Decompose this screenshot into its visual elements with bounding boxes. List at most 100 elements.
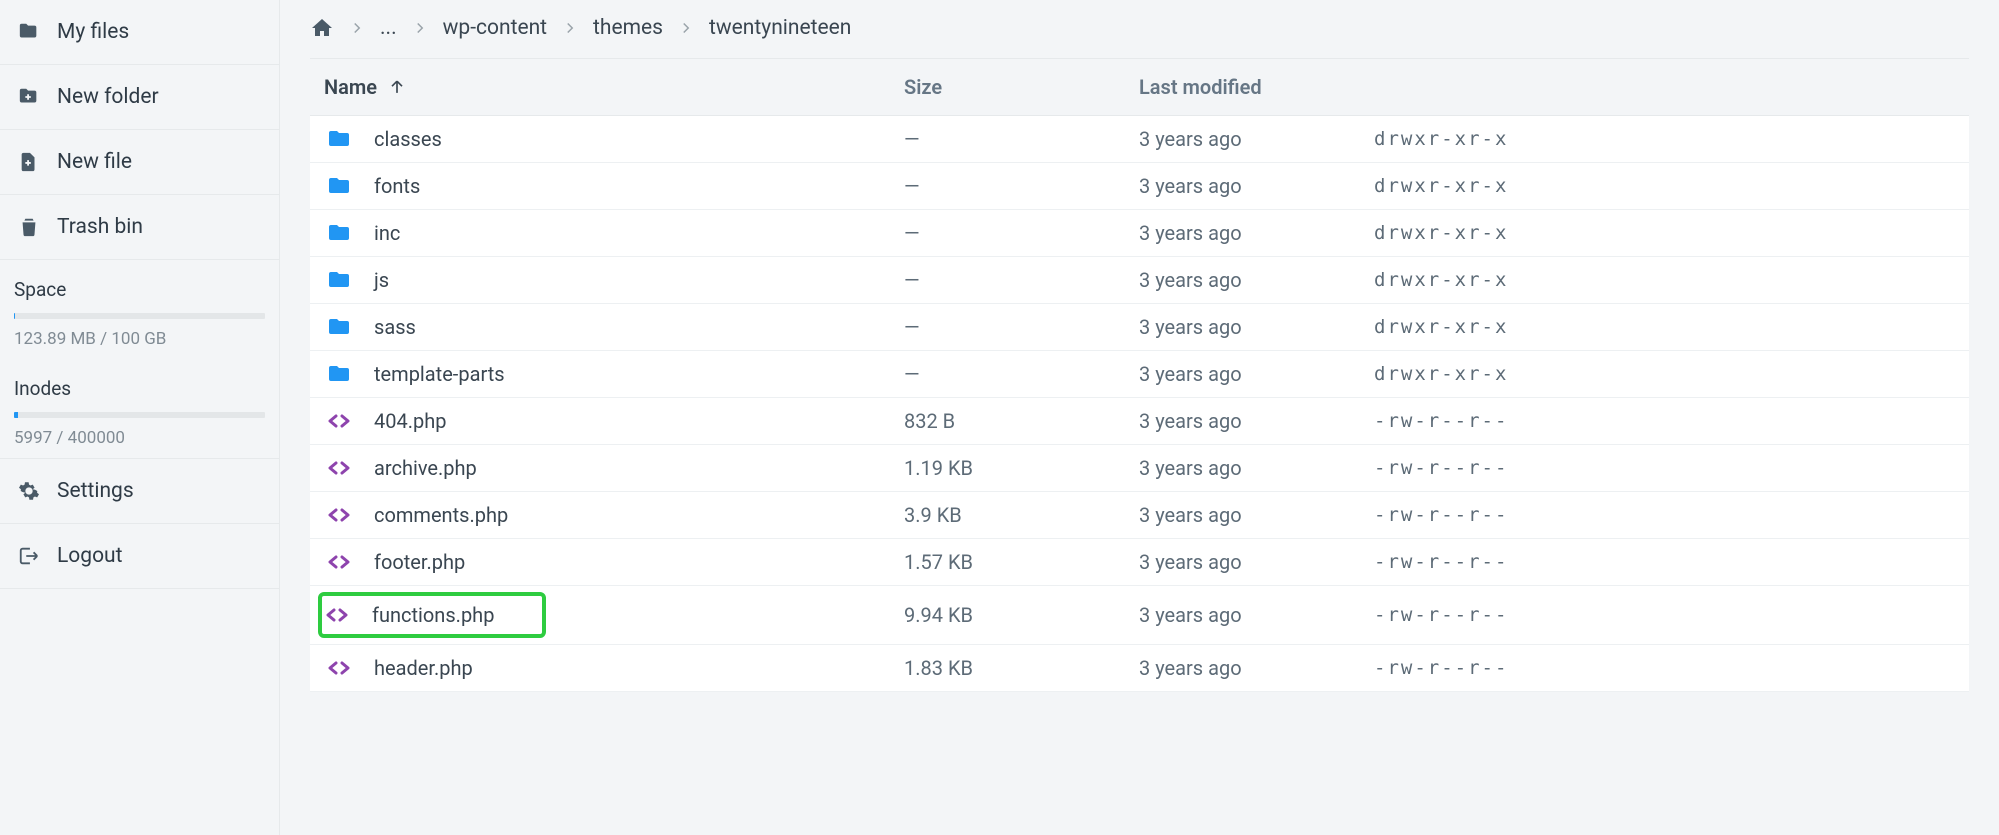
chevron-right-icon (411, 19, 429, 37)
folder-icon (324, 314, 354, 340)
file-name: js (374, 268, 389, 292)
file-size: 3.9 KB (904, 503, 1139, 527)
header-name[interactable]: Name (324, 75, 904, 99)
sidebar-item-label: Trash bin (57, 215, 143, 239)
folder-icon (324, 126, 354, 152)
inodes-section: Inodes 5997 / 400000 (0, 359, 279, 458)
file-table: Name Size Last modified classes—3 years … (310, 59, 1969, 692)
sidebar-item-new-folder[interactable]: New folder (0, 65, 279, 130)
sidebar-item-label: New folder (57, 85, 159, 109)
table-row[interactable]: classes—3 years agodrwxr-xr-x (310, 116, 1969, 163)
file-name: footer.php (374, 550, 465, 574)
file-name: archive.php (374, 456, 477, 480)
file-modified: 3 years ago (1139, 174, 1374, 198)
file-permissions: -rw-r--r-- (1374, 504, 1955, 526)
breadcrumb-ellipsis[interactable]: ... (380, 16, 397, 40)
file-modified: 3 years ago (1139, 656, 1374, 680)
header-modified[interactable]: Last modified (1139, 75, 1374, 99)
folder-icon (324, 173, 354, 199)
sidebar-item-new-file[interactable]: New file (0, 130, 279, 195)
file-size: — (904, 362, 1139, 386)
file-name: header.php (374, 656, 473, 680)
home-icon[interactable] (310, 16, 334, 40)
file-modified: 3 years ago (1139, 315, 1374, 339)
sidebar-item-my-files[interactable]: My files (0, 0, 279, 65)
file-name: classes (374, 127, 442, 151)
table-row[interactable]: header.php 1.83 KB3 years ago-rw-r--r-- (310, 645, 1969, 692)
inodes-bar (14, 412, 265, 418)
chevron-right-icon (348, 19, 366, 37)
table-body: classes—3 years agodrwxr-xr-xfonts—3 yea… (310, 116, 1969, 692)
header-permissions (1374, 75, 1955, 99)
header-name-label: Name (324, 75, 377, 99)
breadcrumb: ... wp-content themes twentynineteen (310, 0, 1969, 59)
logout-icon (18, 545, 40, 567)
sidebar-item-settings[interactable]: Settings (0, 459, 279, 524)
file-name: comments.php (374, 503, 508, 527)
sidebar-item-label: Logout (57, 544, 123, 568)
code-icon (322, 602, 352, 628)
sidebar-item-label: My files (57, 20, 129, 44)
table-row[interactable]: footer.php1.57 KB3 years ago-rw-r--r-- (310, 539, 1969, 586)
chevron-right-icon (677, 19, 695, 37)
code-icon (324, 549, 354, 575)
file-permissions: -rw-r--r-- (1374, 604, 1955, 626)
table-row[interactable]: 404.php 832 B3 years ago-rw-r--r-- (310, 398, 1969, 445)
space-section: Space 123.89 MB / 100 GB (0, 260, 279, 359)
table-row[interactable]: sass —3 years agodrwxr-xr-x (310, 304, 1969, 351)
file-permissions: drwxr-xr-x (1374, 175, 1955, 197)
table-row[interactable]: template-parts—3 years agodrwxr-xr-x (310, 351, 1969, 398)
breadcrumb-twentynineteen[interactable]: twentynineteen (709, 16, 851, 40)
sidebar-nav: My files New folder New file Trash bin (0, 0, 279, 260)
breadcrumb-wp-content[interactable]: wp-content (443, 16, 547, 40)
folder-icon (324, 220, 354, 246)
file-permissions: -rw-r--r-- (1374, 457, 1955, 479)
space-text: 123.89 MB / 100 GB (14, 329, 265, 349)
file-size: — (904, 127, 1139, 151)
gear-icon (18, 480, 40, 502)
table-row[interactable]: inc—3 years agodrwxr-xr-x (310, 210, 1969, 257)
inodes-text: 5997 / 400000 (14, 428, 265, 448)
file-name: 404.php (374, 409, 446, 433)
file-modified: 3 years ago (1139, 362, 1374, 386)
table-row[interactable]: comments.php3.9 KB3 years ago-rw-r--r-- (310, 492, 1969, 539)
sidebar-item-logout[interactable]: Logout (0, 524, 279, 589)
file-name: functions.php (372, 603, 494, 627)
file-permissions: drwxr-xr-x (1374, 316, 1955, 338)
file-modified: 3 years ago (1139, 268, 1374, 292)
table-row[interactable]: functions.php9.94 KB3 years ago-rw-r--r-… (310, 586, 1969, 645)
table-header: Name Size Last modified (310, 59, 1969, 116)
sidebar-item-trash-bin[interactable]: Trash bin (0, 195, 279, 260)
file-name: sass (374, 315, 416, 339)
header-size[interactable]: Size (904, 75, 1139, 99)
trash-icon (18, 216, 40, 238)
code-icon (324, 455, 354, 481)
file-size: — (904, 315, 1139, 339)
code-icon (324, 655, 354, 681)
file-modified: 3 years ago (1139, 409, 1374, 433)
breadcrumb-themes[interactable]: themes (593, 16, 663, 40)
file-permissions: drwxr-xr-x (1374, 269, 1955, 291)
sidebar-item-label: New file (57, 150, 132, 174)
folder-icon (18, 21, 40, 43)
file-size: 1.57 KB (904, 550, 1139, 574)
file-name: inc (374, 221, 400, 245)
table-row[interactable]: js —3 years agodrwxr-xr-x (310, 257, 1969, 304)
file-name: template-parts (374, 362, 505, 386)
file-permissions: -rw-r--r-- (1374, 410, 1955, 432)
space-bar (14, 313, 265, 319)
file-permissions: drwxr-xr-x (1374, 128, 1955, 150)
file-size: — (904, 221, 1139, 245)
file-size: 1.83 KB (904, 656, 1139, 680)
inodes-title: Inodes (14, 377, 265, 400)
table-row[interactable]: archive.php1.19 KB3 years ago-rw-r--r-- (310, 445, 1969, 492)
file-modified: 3 years ago (1139, 603, 1374, 627)
file-permissions: -rw-r--r-- (1374, 657, 1955, 679)
file-size: — (904, 268, 1139, 292)
sidebar-item-label: Settings (57, 479, 134, 503)
file-modified: 3 years ago (1139, 456, 1374, 480)
file-permissions: drwxr-xr-x (1374, 222, 1955, 244)
file-size: 832 B (904, 409, 1139, 433)
table-row[interactable]: fonts—3 years agodrwxr-xr-x (310, 163, 1969, 210)
sidebar: My files New folder New file Trash bin Spac… (0, 0, 280, 835)
